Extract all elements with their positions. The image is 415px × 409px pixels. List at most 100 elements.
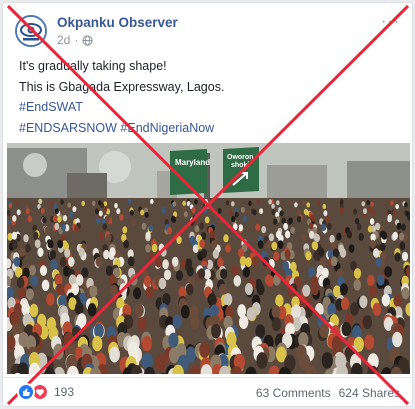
crowd-person [130, 274, 138, 286]
crowd-person [145, 231, 151, 240]
crowd-person [287, 285, 295, 298]
crowd-person [194, 199, 198, 205]
crowd-person [87, 303, 97, 317]
post-timestamp[interactable]: 2d [57, 33, 70, 47]
crowd-person [246, 307, 256, 321]
crowd-person [273, 274, 281, 286]
hashtag-line-2[interactable]: #ENDSARSNOW #EndNigeriaNow [19, 118, 400, 139]
crowd-person [110, 284, 118, 297]
crowd-person [376, 274, 385, 286]
crowd-person [19, 247, 26, 257]
crowd-person [219, 217, 224, 224]
separator-dot: · [74, 33, 79, 47]
crowd-person [52, 215, 58, 223]
crowd-person [231, 201, 235, 207]
crowd-person [103, 206, 108, 213]
crowd-person [370, 201, 374, 207]
facebook-post-card: Okpanku Observer 2d · ··· It's gradually… [2, 2, 413, 407]
crowd-person [81, 200, 85, 207]
crowd-person [381, 293, 391, 307]
comments-count-link[interactable]: 63 Comments [256, 386, 331, 400]
post-line-1: It's gradually taking shape! [19, 59, 167, 73]
crowd-person [381, 231, 388, 240]
crowd-person [233, 275, 242, 287]
crowd-person [326, 216, 331, 223]
post-footer: 193 63 Comments 624 Shares [3, 377, 412, 406]
crowd-person [268, 199, 272, 205]
crowd-person [78, 247, 85, 257]
crowd-person [46, 293, 55, 306]
crowd-person [231, 264, 239, 276]
crowd-person [11, 231, 18, 240]
crowd-person [332, 248, 340, 258]
crowd-person [191, 207, 196, 213]
crowd-person [30, 275, 39, 287]
crowd-person [390, 200, 394, 206]
hashtag-line-1[interactable]: #EndSWAT [19, 97, 400, 118]
crowd-person [72, 206, 77, 213]
crowd-person [319, 323, 330, 339]
crowd-person [223, 234, 229, 243]
crowd-person [151, 243, 158, 253]
crowd-person [276, 200, 280, 206]
crowd-person [340, 297, 350, 310]
crowd-person [54, 274, 63, 286]
crowd-person [401, 251, 409, 262]
crowd-person [239, 315, 249, 330]
crowd-person [401, 223, 406, 231]
crowd-person [339, 283, 348, 296]
crowd-person [356, 223, 362, 231]
crowd-person [190, 315, 200, 330]
crowd-person [171, 216, 177, 223]
crowd-person [54, 208, 59, 215]
reactions-summary[interactable]: 193 [17, 383, 74, 401]
page-name-link[interactable]: Okpanku Observer [57, 15, 178, 30]
crowd-person [103, 249, 110, 260]
crowd-person [396, 222, 402, 230]
crowd-person [140, 209, 145, 216]
crowd-person [392, 209, 397, 216]
crowd-person [23, 234, 29, 243]
crowd-person [232, 223, 238, 231]
crowd-person [14, 200, 19, 206]
crowd-person [283, 222, 288, 231]
crowd-person [98, 200, 102, 206]
crowd-person [54, 222, 60, 230]
crowd-person [64, 248, 71, 258]
more-options-icon[interactable]: ··· [381, 14, 400, 30]
crowd-person [225, 200, 230, 206]
crowd-person [304, 209, 309, 216]
shares-count-link[interactable]: 624 Shares [339, 386, 400, 400]
crowd-person [25, 208, 30, 215]
crowd-person [172, 314, 182, 329]
crowd-person [123, 239, 129, 249]
crowd-person [182, 200, 186, 206]
crowd-person [155, 257, 162, 268]
crowd-person [387, 214, 392, 221]
crowd-person [292, 304, 301, 318]
post-photo[interactable]: Maryland Oworon shoki [7, 143, 410, 374]
crowd-person [404, 202, 408, 208]
crowd-person [60, 199, 64, 205]
crowd-person [239, 256, 247, 267]
crowd-person [363, 208, 367, 215]
crowd-person [242, 267, 250, 278]
crowd-person [27, 215, 33, 223]
crowd-person [199, 239, 206, 248]
crowd-person [294, 202, 298, 208]
crowd-person [145, 244, 152, 253]
crowd-person [271, 203, 275, 209]
crowd-person [301, 233, 307, 242]
crowd-person [375, 257, 383, 267]
like-reaction-icon [17, 383, 35, 401]
crowd-person [42, 217, 47, 224]
sign-left-text: Maryland [175, 158, 210, 167]
crowd-person [271, 209, 276, 215]
crowd-person [306, 202, 311, 208]
sign-right-text-1: Oworon [227, 154, 253, 161]
crowd-person [183, 211, 188, 218]
crowd-person [62, 214, 68, 222]
crowd-person [217, 208, 222, 214]
crowd-person [223, 293, 233, 306]
page-avatar[interactable] [15, 15, 47, 47]
